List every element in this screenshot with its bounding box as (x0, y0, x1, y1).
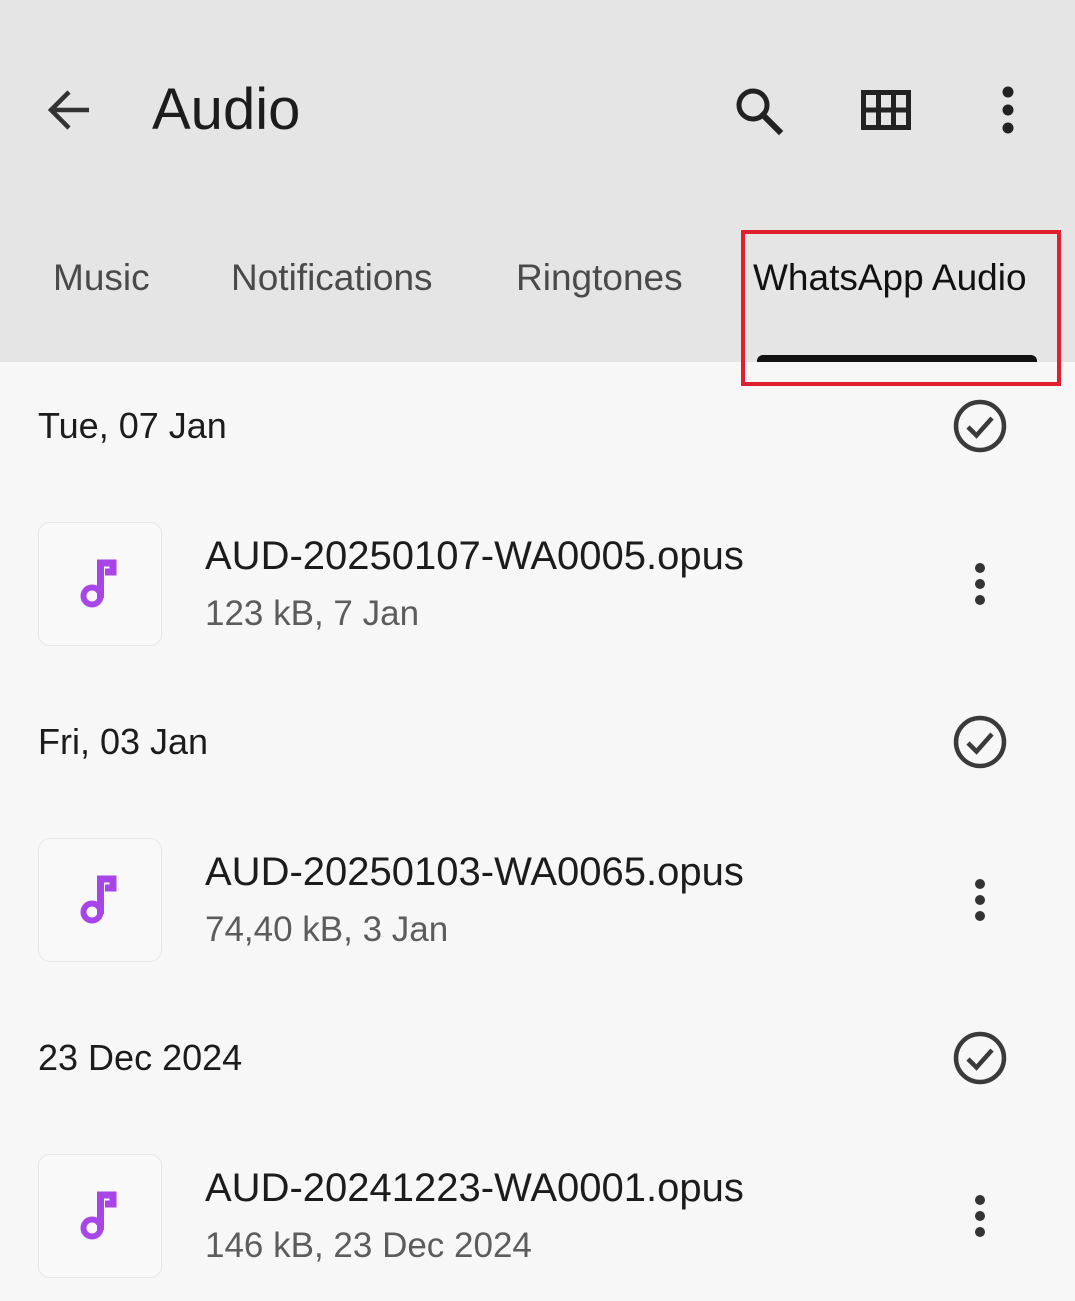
section-date-header: Tue, 07 Jan (38, 405, 227, 446)
file-meta: 146 kB, 23 Dec 2024 (205, 1226, 532, 1265)
search-icon (736, 88, 784, 136)
file-meta: 74,40 kB, 3 Jan (205, 910, 449, 949)
tab-music[interactable]: Music (53, 252, 150, 304)
back-arrow-icon (47, 90, 89, 130)
section-date-header: Fri, 03 Jan (38, 721, 209, 762)
tab-ringtones[interactable]: Ringtones (516, 252, 683, 304)
check-circle-icon (953, 715, 1007, 769)
more-vert-icon (975, 879, 985, 921)
audio-thumbnail[interactable] (38, 838, 162, 962)
selected-tab-indicator (757, 355, 1037, 362)
grid-view-button[interactable] (848, 72, 924, 148)
search-button[interactable] (720, 72, 796, 148)
select-all-button[interactable] (950, 396, 1010, 456)
file-more-button[interactable] (950, 549, 1010, 619)
audio-thumbnail[interactable] (38, 522, 162, 646)
check-circle-icon (953, 399, 1007, 453)
more-vert-icon (975, 563, 985, 605)
tab-notifications[interactable]: Notifications (231, 252, 433, 304)
page-title: Audio (152, 77, 301, 142)
audio-thumbnail[interactable] (38, 1154, 162, 1278)
music-note-icon (80, 1191, 117, 1240)
tab-whatsapp-audio[interactable]: WhatsApp Audio (753, 252, 1027, 304)
file-name[interactable]: AUD-20250107-WA0005.opus (205, 530, 744, 582)
grid-view-icon (861, 90, 911, 130)
select-all-button[interactable] (950, 712, 1010, 772)
more-vert-icon (1002, 86, 1014, 134)
select-all-button[interactable] (950, 1028, 1010, 1088)
check-circle-icon (953, 1031, 1007, 1085)
app-header: Audio Music Notifications Ringtones What… (0, 0, 1075, 362)
file-meta: 123 kB, 7 Jan (205, 594, 420, 633)
overflow-menu-button[interactable] (970, 72, 1046, 148)
music-note-icon (80, 875, 117, 924)
section-date-header: 23 Dec 2024 (38, 1037, 243, 1078)
back-button[interactable] (34, 72, 104, 148)
file-name[interactable]: AUD-20250103-WA0065.opus (205, 846, 744, 898)
music-note-icon (80, 559, 117, 608)
file-more-button[interactable] (950, 1181, 1010, 1251)
file-name[interactable]: AUD-20241223-WA0001.opus (205, 1162, 744, 1214)
more-vert-icon (975, 1195, 985, 1237)
file-more-button[interactable] (950, 865, 1010, 935)
